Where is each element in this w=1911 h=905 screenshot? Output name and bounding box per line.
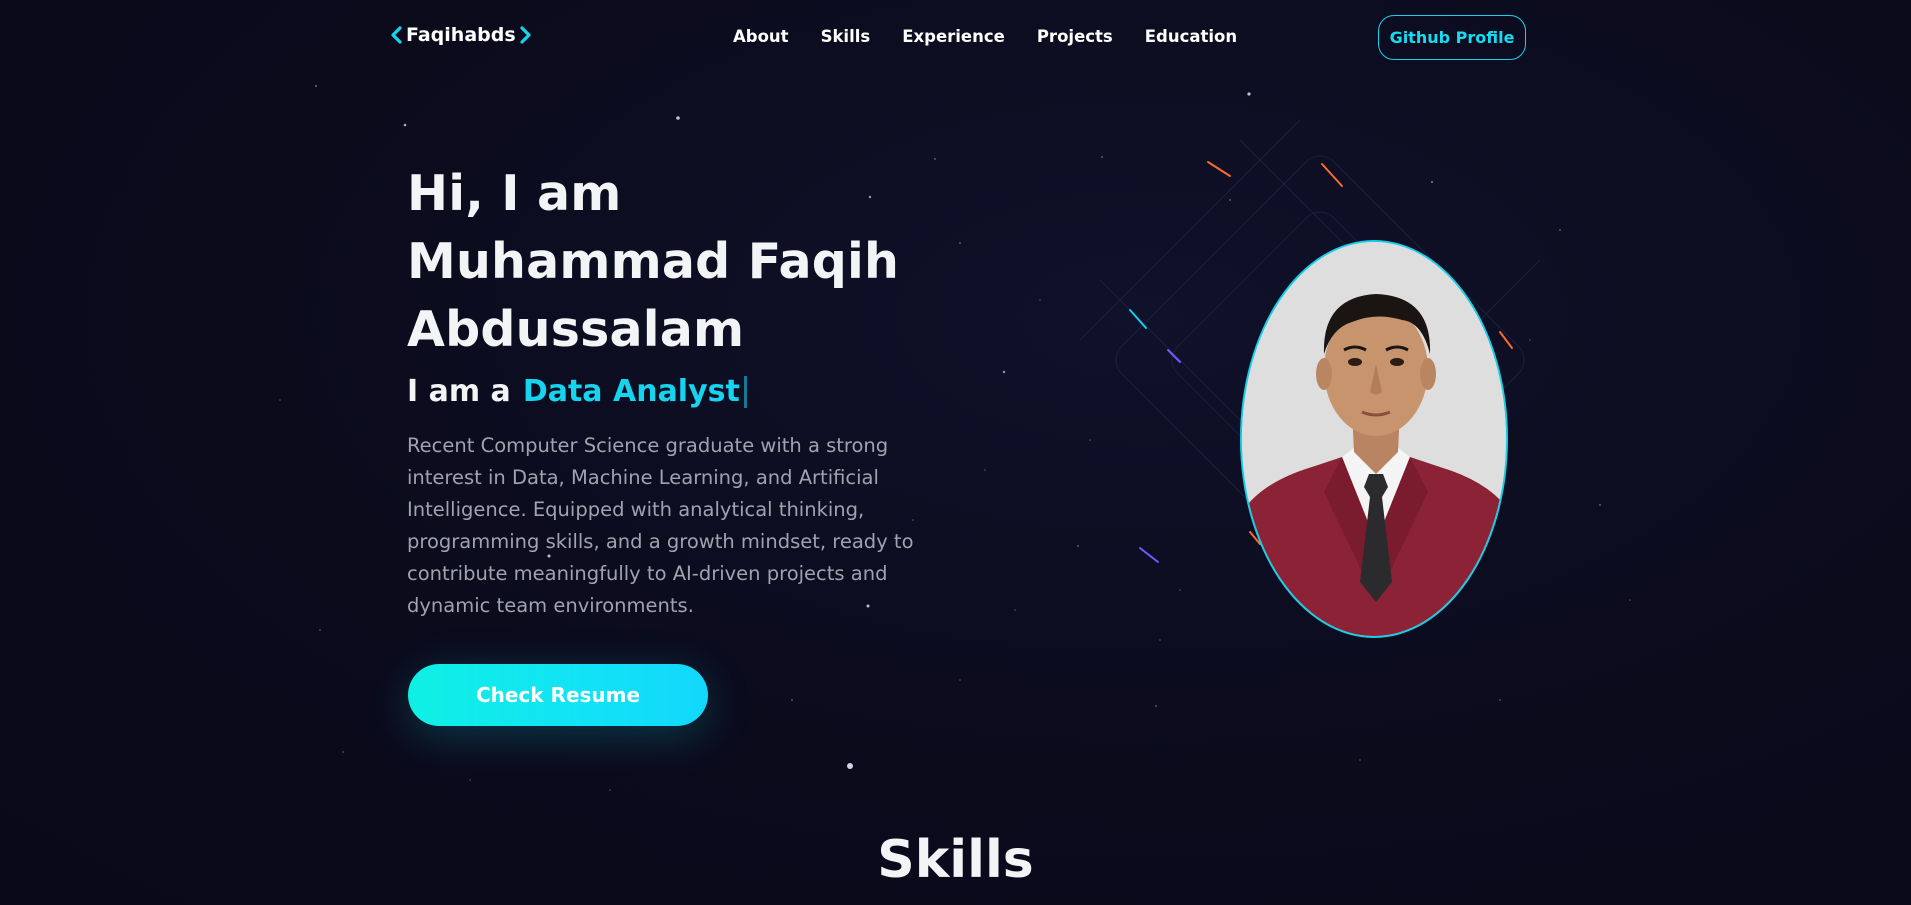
nav-link-skills[interactable]: Skills xyxy=(821,27,871,46)
hero-title-line-2: Muhammad Faqih xyxy=(407,233,900,290)
hero-title: Hi, I am Muhammad Faqih Abdussalam xyxy=(407,160,899,364)
typing-cursor xyxy=(743,375,747,408)
chevron-right-icon xyxy=(520,26,531,44)
portfolio-page: Faqihabds About Skills Experience Projec… xyxy=(0,0,1911,905)
role-prefix: I am a xyxy=(407,374,511,409)
nav-links: About Skills Experience Projects Educati… xyxy=(733,27,1269,46)
skills-section-heading: Skills xyxy=(877,830,1034,890)
nav-link-education[interactable]: Education xyxy=(1145,27,1237,46)
hero-bio: Recent Computer Science graduate with a … xyxy=(407,434,914,617)
profile-photo xyxy=(1240,240,1508,638)
role-text: Data Analyst xyxy=(522,374,740,409)
github-profile-button[interactable]: Github Profile xyxy=(1378,15,1526,60)
starfield-background xyxy=(279,85,1631,791)
chevron-left-icon xyxy=(391,26,402,44)
hero-title-line-1: Hi, I am xyxy=(407,165,622,222)
brand-logo-link[interactable]: Faqihabds xyxy=(390,24,532,46)
nav-link-experience[interactable]: Experience xyxy=(902,27,1005,46)
brand-name: Faqihabds xyxy=(406,24,516,46)
nav-link-projects[interactable]: Projects xyxy=(1037,27,1113,46)
check-resume-button[interactable]: Check Resume xyxy=(408,664,708,726)
nav-link-about[interactable]: About xyxy=(733,27,789,46)
role-line: I am a Data Analyst xyxy=(407,374,747,409)
top-navigation: Faqihabds About Skills Experience Projec… xyxy=(0,0,1911,78)
hero-title-line-3: Abdussalam xyxy=(407,301,745,358)
profile-photo-illustration xyxy=(1242,242,1506,636)
